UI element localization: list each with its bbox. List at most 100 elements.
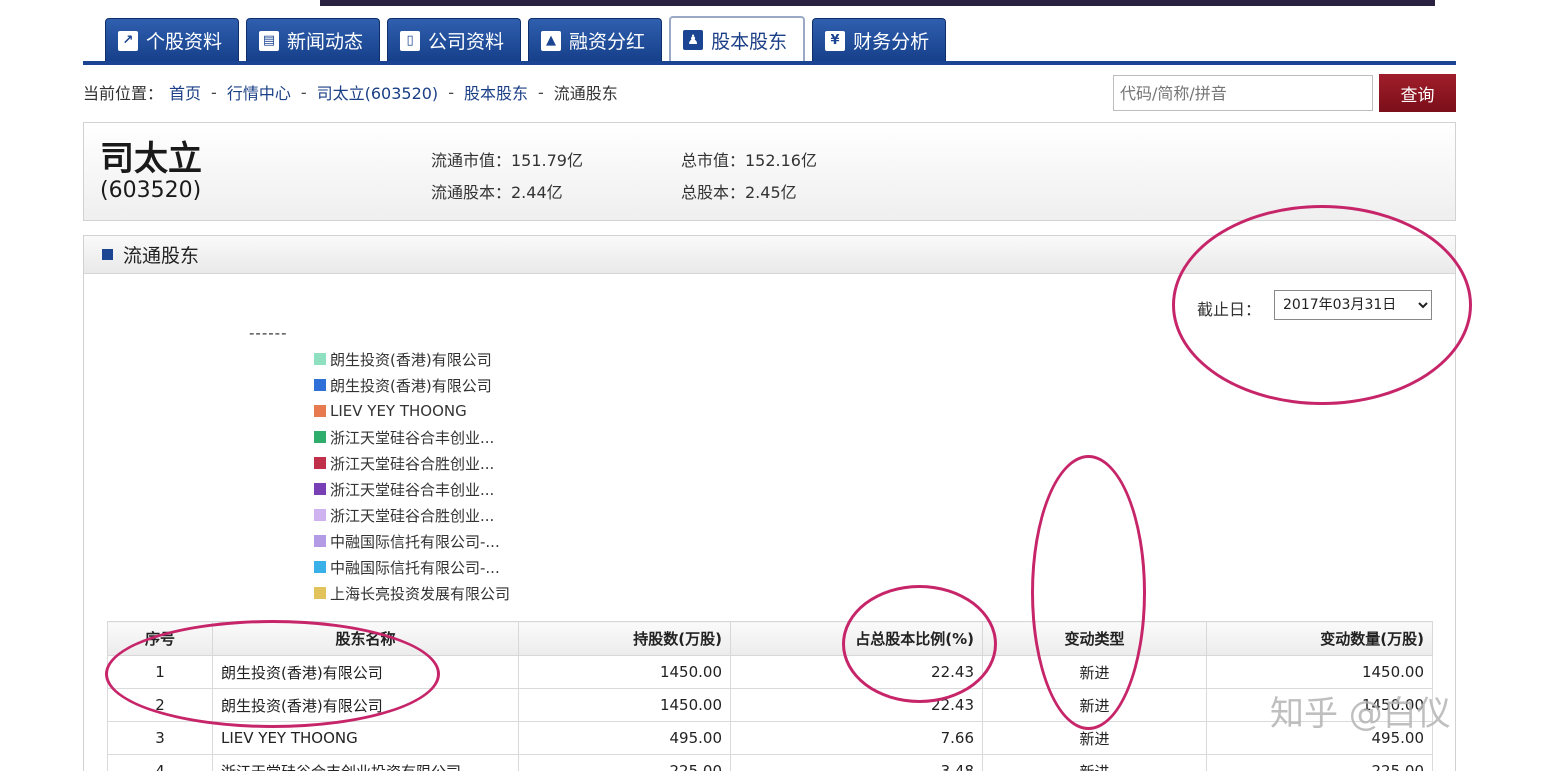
cell-ratio: 3.48: [730, 754, 983, 771]
legend-swatch: [314, 353, 326, 365]
panel-header: 流通股东: [84, 236, 1455, 274]
yen-icon: ¥: [825, 30, 846, 51]
float-shareholders-panel: 流通股东 截止日： 2017年03月31日 ------ 朗生投资(香港)有限公…: [83, 235, 1456, 771]
legend-label: 浙江天堂硅谷合丰创业...: [330, 480, 495, 499]
tab-news[interactable]: ▤ 新闻动态: [246, 18, 381, 62]
legend-item: 中融国际信托有限公司-...: [314, 554, 510, 580]
header-shares: 持股数(万股): [518, 621, 731, 656]
cell-holder-name: 浙江天堂硅谷合丰创业投资有限公司: [212, 754, 519, 771]
shareholders-table: 序号 股东名称 持股数(万股) 占总股本比例(%) 变动类型 变动数量(万股) …: [107, 621, 1433, 771]
legend-item: 中融国际信托有限公司-...: [314, 528, 510, 554]
tab-financing-dividend[interactable]: ▲ 融资分红: [528, 18, 663, 62]
header-ratio: 占总股本比例(%): [730, 621, 983, 656]
cell-change-amount: 1450.00: [1206, 655, 1433, 689]
tab-label: 财务分析: [853, 31, 930, 53]
tab-bar: ↗ 个股资料 ▤ 新闻动态 ▯ 公司资料 ▲ 融资分红 ♟ 股本股东 ¥ 财务分析: [105, 16, 947, 62]
cell-index: 2: [107, 688, 213, 722]
legend-item: 浙江天堂硅谷合丰创业...: [314, 424, 510, 450]
tab-label: 股本股东: [711, 30, 788, 53]
float-market-cap: 流通市值：151.79亿: [431, 151, 583, 170]
top-banner-strip: [320, 0, 1435, 6]
header-change-amount: 变动数量(万股): [1206, 621, 1433, 656]
legend-item: LIEV YEY THOONG: [314, 398, 510, 424]
chart-placeholder: ------: [249, 324, 288, 342]
legend-item: 上海长亮投资发展有限公司: [314, 580, 510, 606]
tab-company-info[interactable]: ▯ 公司资料: [387, 18, 522, 62]
cell-ratio: 22.43: [730, 688, 983, 722]
header-index: 序号: [107, 621, 213, 656]
breadcrumb-stock[interactable]: 司太立(603520): [317, 80, 439, 104]
legend-swatch: [314, 509, 326, 521]
legend-label: LIEV YEY THOONG: [330, 402, 467, 420]
cell-shares: 1450.00: [518, 688, 731, 722]
cell-ratio: 7.66: [730, 721, 983, 755]
legend-swatch: [314, 379, 326, 391]
cell-change-type: 新进: [982, 721, 1207, 755]
date-select[interactable]: 2017年03月31日: [1274, 290, 1432, 320]
newspaper-icon: ▤: [259, 30, 280, 51]
cell-change-type: 新进: [982, 754, 1207, 771]
arrow-icon: ↗: [118, 30, 138, 51]
tab-label: 新闻动态: [287, 31, 364, 53]
tab-underline: [83, 61, 1456, 65]
cell-shares: 225.00: [518, 754, 731, 771]
cell-holder-name: 朗生投资(香港)有限公司: [212, 688, 519, 722]
search-input[interactable]: [1113, 75, 1373, 111]
legend-swatch: [314, 561, 326, 573]
header-holder-name: 股东名称: [212, 621, 519, 656]
legend-label: 中融国际信托有限公司-...: [330, 532, 500, 551]
tab-label: 公司资料: [428, 31, 505, 53]
breadcrumb-shareholders[interactable]: 股本股东: [464, 80, 528, 104]
legend-swatch: [314, 587, 326, 599]
float-shares: 流通股本：2.44亿: [431, 183, 563, 202]
cell-index: 4: [107, 754, 213, 771]
breadcrumb-separator: -: [448, 82, 454, 102]
legend-item: 朗生投资(香港)有限公司: [314, 372, 510, 398]
table-row: 4 浙江天堂硅谷合丰创业投资有限公司 225.00 3.48 新进 225.00: [107, 754, 1433, 771]
table-row: 1 朗生投资(香港)有限公司 1450.00 22.43 新进 1450.00: [107, 655, 1433, 689]
stock-summary: 司太立 (603520) 流通市值：151.79亿 总市值：152.16亿 流通…: [83, 122, 1456, 221]
legend-item: 浙江天堂硅谷合胜创业...: [314, 450, 510, 476]
user-icon: ♟: [683, 30, 704, 50]
watermark: 知乎 @白仪: [1270, 694, 1451, 734]
legend-swatch: [314, 405, 326, 417]
tab-stock-profile[interactable]: ↗ 个股资料: [105, 18, 240, 62]
legend-swatch: [314, 535, 326, 547]
breadcrumb-separator: -: [537, 82, 544, 102]
table-row: 2 朗生投资(香港)有限公司 1450.00 22.43 新进 1450.00: [107, 688, 1433, 722]
cell-change-type: 新进: [982, 688, 1207, 722]
date-label: 截止日：: [1197, 300, 1262, 319]
legend-label: 中融国际信托有限公司-...: [330, 558, 500, 577]
breadcrumb-separator: -: [211, 82, 217, 102]
total-shares: 总股本：2.45亿: [681, 183, 797, 202]
legend-label: 浙江天堂硅谷合丰创业...: [330, 428, 495, 447]
cell-shares: 495.00: [518, 721, 731, 755]
legend-swatch: [314, 431, 326, 443]
panel-title: 流通股东: [123, 245, 200, 267]
cell-change-type: 新进: [982, 655, 1207, 689]
table-row: 3 LIEV YEY THOONG 495.00 7.66 新进 495.00: [107, 721, 1433, 755]
legend-swatch: [314, 483, 326, 495]
legend-item: 朗生投资(香港)有限公司: [314, 346, 510, 372]
breadcrumb: 当前位置： 首页 - 行情中心 - 司太立(603520) - 股本股东 - 流…: [83, 80, 618, 104]
legend-swatch: [314, 457, 326, 469]
cell-ratio: 22.43: [730, 655, 983, 689]
breadcrumb-market-center[interactable]: 行情中心: [227, 80, 291, 104]
tab-label: 个股资料: [146, 31, 223, 53]
table-header-row: 序号 股东名称 持股数(万股) 占总股本比例(%) 变动类型 变动数量(万股): [107, 621, 1433, 656]
legend-item: 浙江天堂硅谷合丰创业...: [314, 476, 510, 502]
search-button[interactable]: 查询: [1379, 74, 1456, 112]
breadcrumb-prefix: 当前位置：: [83, 84, 164, 103]
breadcrumb-home[interactable]: 首页: [169, 80, 201, 104]
tab-financial-analysis[interactable]: ¥ 财务分析: [812, 18, 947, 62]
legend-label: 朗生投资(香港)有限公司: [330, 376, 492, 395]
tab-shareholders[interactable]: ♟ 股本股东: [669, 16, 806, 62]
legend-label: 浙江天堂硅谷合胜创业...: [330, 454, 495, 473]
legend-label: 朗生投资(香港)有限公司: [330, 350, 492, 369]
cell-holder-name: LIEV YEY THOONG: [212, 721, 519, 755]
legend-item: 浙江天堂硅谷合胜创业...: [314, 502, 510, 528]
cell-index: 1: [107, 655, 213, 689]
cell-index: 3: [107, 721, 213, 755]
breadcrumb-separator: -: [300, 82, 307, 102]
legend-label: 浙江天堂硅谷合胜创业...: [330, 506, 495, 525]
